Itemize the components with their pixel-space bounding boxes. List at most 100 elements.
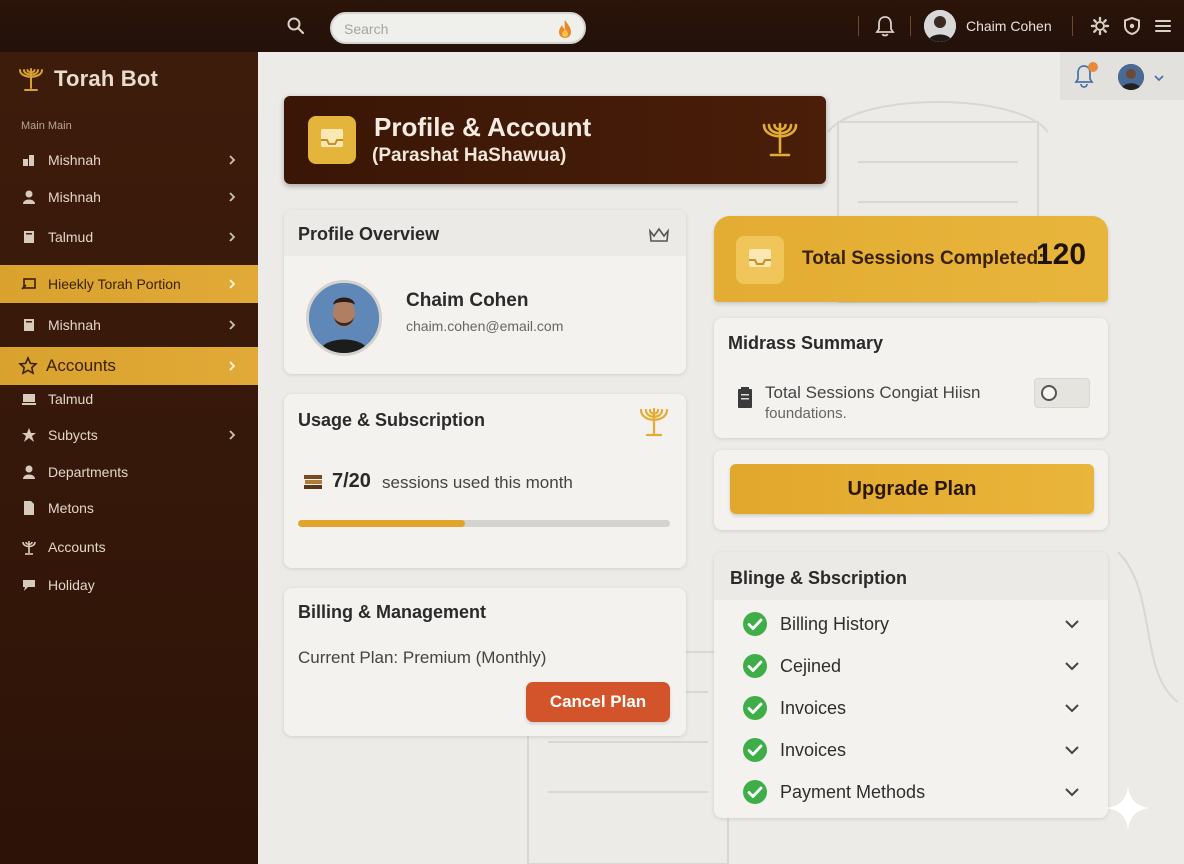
sidebar-item-talmud-2[interactable]: Talmud xyxy=(0,380,258,418)
inbox-icon xyxy=(736,236,784,284)
user-name[interactable]: Chaim Cohen xyxy=(966,18,1052,34)
check-circle-icon xyxy=(743,780,767,804)
avatar[interactable] xyxy=(1118,64,1144,90)
sessions-value: 120 xyxy=(1036,238,1087,271)
sidebar-item-departments[interactable]: Departments xyxy=(0,453,258,491)
chevron-right-icon xyxy=(229,155,236,165)
sidebar-item-label: Subycts xyxy=(48,427,98,443)
menorah-icon xyxy=(22,541,36,555)
brand-name: Torah Bot xyxy=(54,66,159,91)
billing-row[interactable]: Invoices xyxy=(714,730,1108,770)
page-header: Profile & Account (Parashat HaShawua) xyxy=(284,96,826,184)
books-icon xyxy=(304,475,322,489)
sidebar-item-holiday[interactable]: Holiday xyxy=(0,566,258,604)
midrash-text: Total Sessions Congiat Hiisn foundations… xyxy=(765,382,1025,424)
total-sessions-card: Total Sessions Completed: 120 xyxy=(714,216,1108,302)
search-icon[interactable] xyxy=(286,16,306,36)
sidebar-item-label: Accounts xyxy=(46,356,116,375)
page-subtitle: (Parashat HaShawua) xyxy=(372,145,567,166)
avatar[interactable] xyxy=(306,280,382,356)
search-bar xyxy=(330,12,586,44)
profile-name: Chaim Cohen xyxy=(406,290,529,311)
quick-actions xyxy=(1060,52,1184,100)
billing-row-label: Invoices xyxy=(780,697,847,718)
sidebar-item-mishnah[interactable]: Mishnah xyxy=(0,141,258,179)
brand[interactable]: Torah Bot xyxy=(16,64,158,94)
bell-icon[interactable] xyxy=(874,14,896,38)
cancel-plan-button[interactable]: Cancel Plan xyxy=(526,682,670,722)
book-icon xyxy=(24,319,34,331)
chevron-down-icon[interactable] xyxy=(1064,787,1080,797)
sidebar: Torah Bot Main Main Mishnah Mishnah Talm… xyxy=(0,52,258,864)
sidebar-item-label: Metons xyxy=(48,500,94,516)
upgrade-plan-button[interactable]: Upgrade Plan xyxy=(730,464,1094,514)
divider xyxy=(858,16,859,36)
sidebar-item-label: Accounts xyxy=(48,539,106,555)
profile-email: chaim.cohen@email.com xyxy=(406,318,564,334)
sidebar-item-mishnah-2[interactable]: Mishnah xyxy=(0,178,258,216)
sidebar-item-label: Mishnah xyxy=(48,152,101,168)
sidebar-item-accounts-2[interactable]: Accounts xyxy=(0,528,258,566)
sidebar-item-label: Mishnah xyxy=(48,317,101,333)
chevron-down-icon[interactable] xyxy=(1064,745,1080,755)
usage-progress-fill xyxy=(298,520,466,527)
card-title: Billing & Management xyxy=(298,602,487,622)
gear-icon[interactable] xyxy=(1090,16,1110,36)
inbox-icon xyxy=(308,116,356,164)
chevron-right-icon xyxy=(229,430,236,440)
sidebar-item-weekly-torah-portion[interactable]: Hieekly Torah Portion xyxy=(0,265,258,303)
chevron-right-icon xyxy=(229,361,236,371)
chevron-down-icon[interactable] xyxy=(1064,619,1080,629)
usage-subscription-card: Usage & Subscription 7/20 sessions used … xyxy=(284,394,686,568)
summary-toggle[interactable] xyxy=(1034,378,1090,408)
person-icon xyxy=(23,465,35,479)
sidebar-item-label: Talmud xyxy=(48,391,94,407)
card-title: Usage & Subscription xyxy=(298,410,486,430)
chevron-right-icon xyxy=(229,320,236,330)
sidebar-item-label: Talmud xyxy=(48,229,94,245)
check-circle-icon xyxy=(743,738,767,762)
chevron-down-icon[interactable] xyxy=(1154,74,1164,82)
billing-row[interactable]: Payment Methods xyxy=(714,772,1108,812)
chevron-down-icon[interactable] xyxy=(1064,661,1080,671)
divider xyxy=(910,16,911,36)
usage-count: 7/20 xyxy=(332,470,371,492)
card-title: Blinge & Sbscription xyxy=(730,568,908,588)
chevron-down-icon[interactable] xyxy=(1064,703,1080,713)
billing-row-label: Invoices xyxy=(780,739,847,760)
menu-icon[interactable] xyxy=(1154,17,1172,35)
check-circle-icon xyxy=(743,612,767,636)
search-input[interactable] xyxy=(344,20,544,38)
crown-icon[interactable] xyxy=(648,226,670,244)
top-bar: Chaim Cohen xyxy=(0,0,1184,52)
scroll-icon xyxy=(21,278,36,290)
sidebar-item-metons[interactable]: Metons xyxy=(0,489,258,527)
book-icon xyxy=(24,231,34,243)
user-photo-icon xyxy=(309,283,379,353)
billing-row[interactable]: Cejined xyxy=(714,646,1108,686)
check-circle-icon xyxy=(743,654,767,678)
sidebar-item-label: Mishnah xyxy=(48,189,101,205)
billing-row-label: Payment Methods xyxy=(780,781,926,802)
avatar[interactable] xyxy=(924,10,956,42)
upgrade-card: Upgrade Plan xyxy=(714,450,1108,530)
card-title: Profile Overview xyxy=(298,224,440,244)
card-title: Midrass Summary xyxy=(728,333,884,353)
midrash-line: foundations. xyxy=(765,405,847,422)
sidebar-item-subjects[interactable]: Subycts xyxy=(0,416,258,454)
chevron-right-icon xyxy=(229,279,236,289)
midrash-line: Total Sessions Congiat Hiisn xyxy=(765,383,981,402)
person-icon xyxy=(23,190,35,204)
document-icon xyxy=(24,501,34,515)
shield-icon[interactable] xyxy=(1122,16,1142,36)
sparkle-icon xyxy=(1106,786,1150,830)
chat-icon xyxy=(23,580,35,591)
billing-row[interactable]: Billing History xyxy=(714,604,1108,644)
usage-text: sessions used this month xyxy=(382,473,573,492)
billing-management-card: Billing & Management Current Plan: Premi… xyxy=(284,588,686,736)
billing-row[interactable]: Invoices xyxy=(714,688,1108,728)
check-circle-icon xyxy=(743,696,767,720)
sidebar-item-mishnah-3[interactable]: Mishnah xyxy=(0,306,258,344)
midrash-summary-card: Midrass Summary Total Sessions Congiat H… xyxy=(714,318,1108,438)
sidebar-item-talmud[interactable]: Talmud xyxy=(0,218,258,256)
